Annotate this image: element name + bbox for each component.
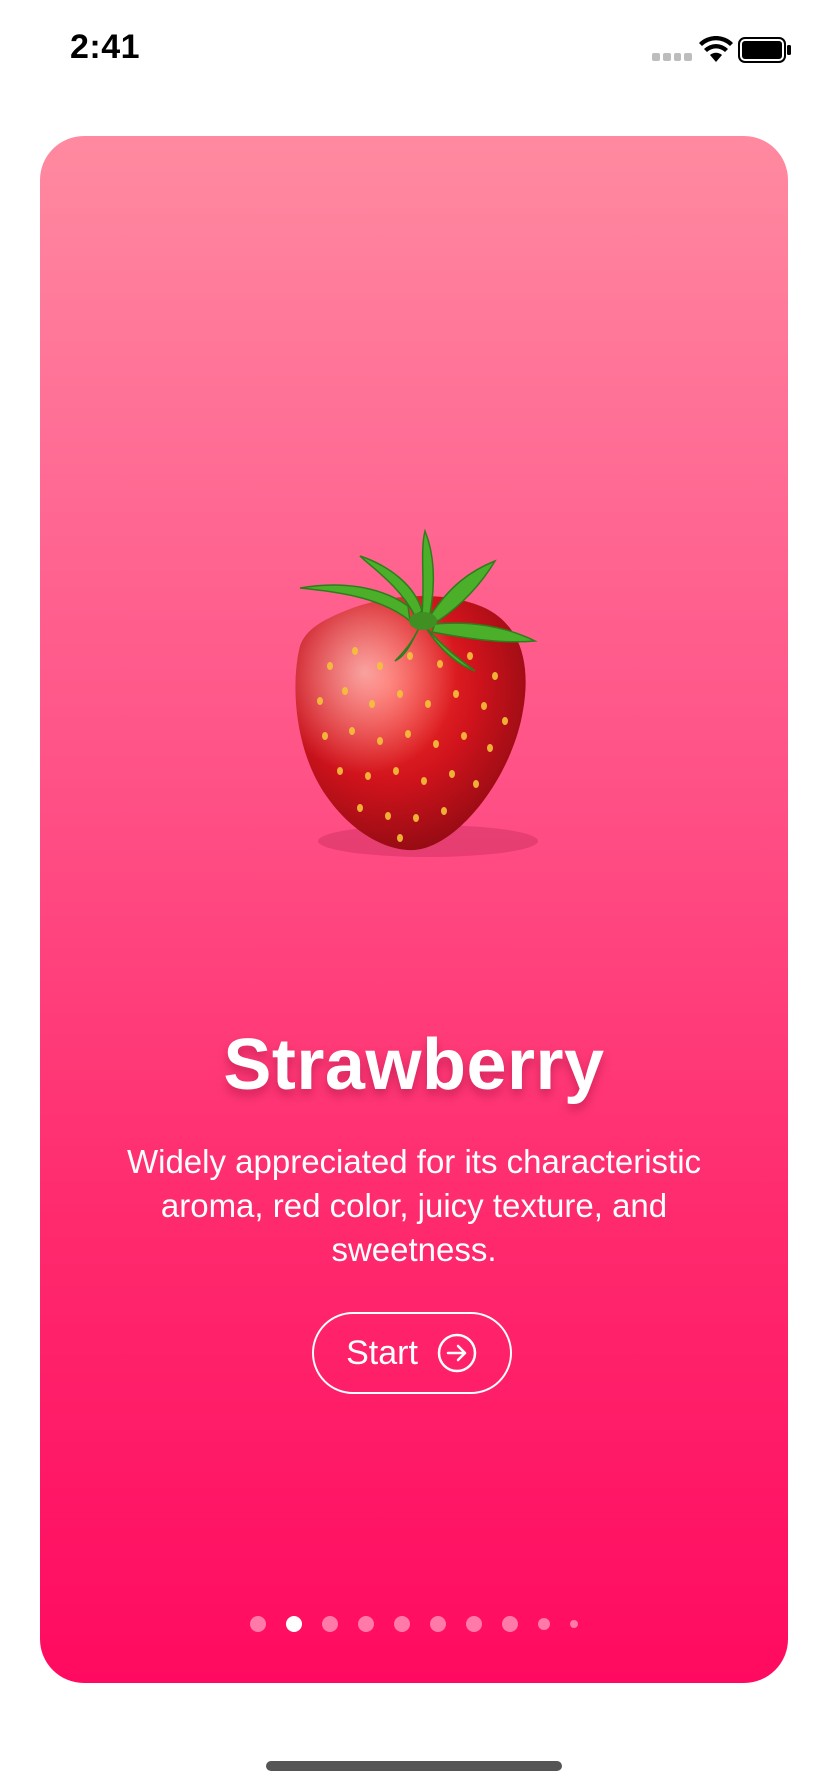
page-dot-9[interactable] [538, 1618, 550, 1630]
page-dot-4[interactable] [358, 1616, 374, 1632]
strawberry-image [295, 528, 538, 857]
fruit-title: Strawberry [223, 1025, 605, 1105]
battery-icon [738, 37, 791, 63]
start-button[interactable]: Start [312, 1312, 512, 1394]
arrow-right-circle-icon [437, 1333, 477, 1373]
page-indicator[interactable] [40, 1614, 788, 1634]
page-dot-1[interactable] [250, 1616, 266, 1632]
page-dot-8[interactable] [502, 1616, 518, 1632]
fruit-description: Widely appreciated for its characteristi… [126, 1143, 702, 1268]
page-dot-3[interactable] [322, 1616, 338, 1632]
onboarding-screen: 2:41 Strawberry Widely appreciated for i… [0, 0, 828, 1792]
page-dot-10[interactable] [570, 1620, 578, 1628]
status-bar: 2:41 [0, 0, 828, 100]
page-dot-6[interactable] [430, 1616, 446, 1632]
page-dot-2[interactable] [286, 1616, 302, 1632]
home-indicator[interactable] [266, 1761, 562, 1771]
wifi-icon [699, 36, 733, 62]
page-dot-5[interactable] [394, 1616, 410, 1632]
cellular-signal-icon [652, 53, 692, 63]
start-button-label: Start [346, 1333, 418, 1372]
page-dot-7[interactable] [466, 1616, 482, 1632]
fruit-card: Strawberry Widely appreciated for its ch… [40, 136, 788, 1683]
status-time: 2:41 [70, 28, 141, 66]
